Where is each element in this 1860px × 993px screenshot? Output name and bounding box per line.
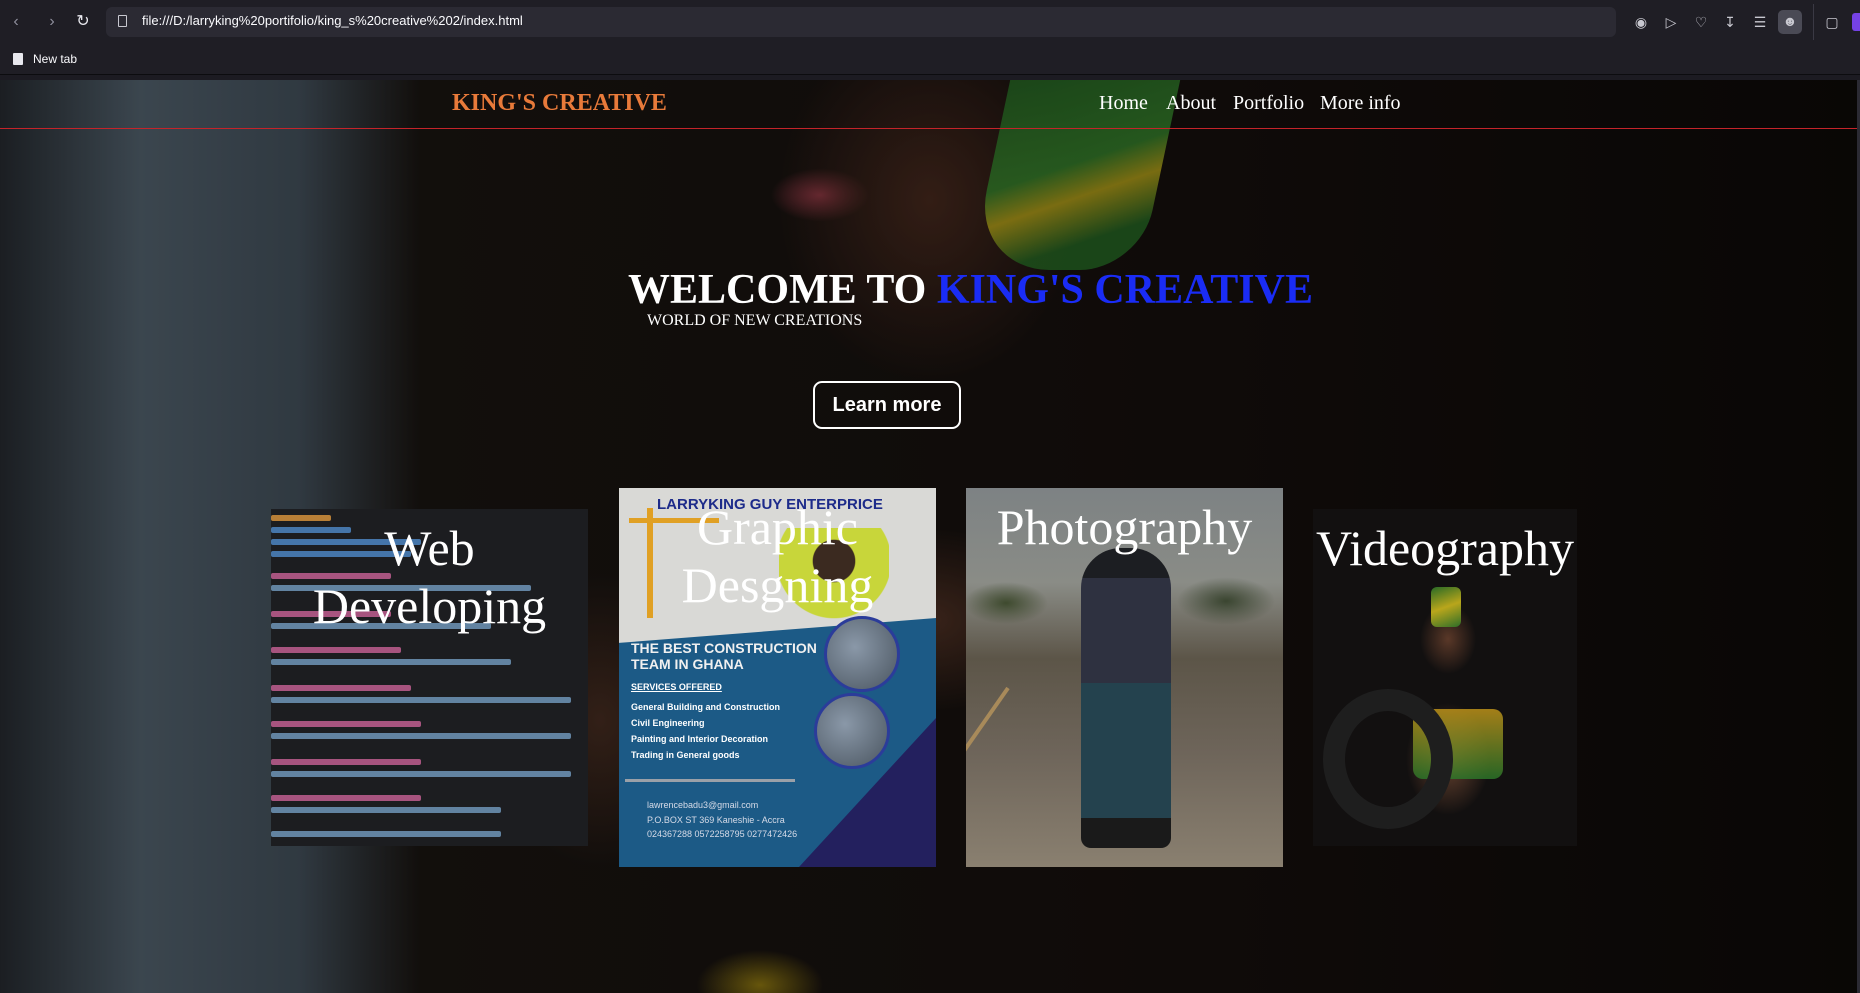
card-title-photography: Photography <box>996 499 1253 555</box>
flyer-phones: 024367288 0572258795 0277472426 <box>647 829 798 839</box>
heart-icon[interactable]: ♡ <box>1690 11 1712 33</box>
video-face-paint <box>1431 587 1461 627</box>
address-bar[interactable]: file:///D:/larryking%20portifolio/king_s… <box>106 7 1616 37</box>
hero-title-prefix: WELCOME TO <box>628 267 937 313</box>
flyer-tagline-2: TEAM IN GHANA <box>631 656 744 672</box>
tire-graphic <box>1323 689 1453 829</box>
flyer-divider <box>625 779 795 782</box>
menu-icon[interactable]: ☰ <box>1749 11 1771 33</box>
page-viewport: KING'S CREATIVE Home About Portfolio Mor… <box>0 80 1857 993</box>
flyer-tagline-1: THE BEST CONSTRUCTION <box>631 640 817 656</box>
bookmark-new-tab[interactable]: New tab <box>33 52 77 66</box>
site-brand[interactable]: KING'S CREATIVE <box>452 90 667 117</box>
profile-icon[interactable]: ☻ <box>1778 10 1802 34</box>
nav-portfolio[interactable]: Portfolio <box>1233 92 1304 115</box>
card-photography[interactable]: Photography <box>966 488 1283 867</box>
flyer-service: Painting and Interior Decoration <box>631 734 769 744</box>
flyer-service: Civil Engineering <box>631 718 705 728</box>
toolbar-divider <box>1813 4 1814 40</box>
flyer-address: P.O.BOX ST 369 Kaneshie - Accra <box>647 815 785 825</box>
flyer-service: Trading in General goods <box>631 750 740 760</box>
flyer-email: lawrencebadu3@gmail.com <box>647 800 759 810</box>
card-title-videography: Videography <box>1315 520 1575 576</box>
nav-more-info[interactable]: More info <box>1320 92 1401 115</box>
browser-toolbar: ‹ › ↻ file:///D:/larryking%20portifolio/… <box>0 0 1860 44</box>
extensions-icon[interactable]: ▢ <box>1821 11 1843 33</box>
document-icon <box>13 53 23 65</box>
accent-tab-edge <box>1852 13 1860 31</box>
card-title-web-developing: Web Developing <box>312 520 547 634</box>
flyer-photo-circle <box>824 616 900 692</box>
url-text[interactable]: file:///D:/larryking%20portifolio/king_s… <box>142 13 523 28</box>
photo-person <box>1081 548 1171 848</box>
back-icon[interactable]: ‹ <box>5 11 27 33</box>
bookmarks-bar: New tab <box>0 44 1860 75</box>
reload-icon[interactable]: ↻ <box>72 11 94 33</box>
card-graphic-designing[interactable]: LARRYKING GUY ENTERPRICE THE BEST CONSTR… <box>619 488 936 867</box>
card-title-graphic-designing: Graphic Desgning <box>681 499 874 613</box>
site-header: KING'S CREATIVE Home About Portfolio Mor… <box>0 80 1857 129</box>
page-icon <box>118 15 127 27</box>
hero-title: WELCOME TO KING'S CREATIVE <box>628 266 1313 314</box>
flyer-service: General Building and Construction <box>631 702 781 712</box>
flyer-services-heading: SERVICES OFFERED <box>631 682 722 692</box>
play-icon[interactable]: ▷ <box>1660 11 1682 33</box>
nav-about[interactable]: About <box>1166 92 1216 115</box>
learn-more-button[interactable]: Learn more <box>813 381 961 429</box>
nav-home[interactable]: Home <box>1099 92 1148 115</box>
card-videography[interactable]: Videography <box>1313 509 1577 846</box>
flyer-photo-circle <box>814 693 890 769</box>
screenshot-icon[interactable]: ◉ <box>1630 11 1652 33</box>
card-web-developing[interactable]: Web Developing <box>271 509 588 846</box>
forward-icon[interactable]: › <box>41 11 63 33</box>
download-icon[interactable]: ↧ <box>1719 11 1741 33</box>
hero-subtitle: WORLD OF NEW CREATIONS <box>647 312 863 329</box>
hero-title-accent: KING'S CREATIVE <box>936 267 1313 313</box>
